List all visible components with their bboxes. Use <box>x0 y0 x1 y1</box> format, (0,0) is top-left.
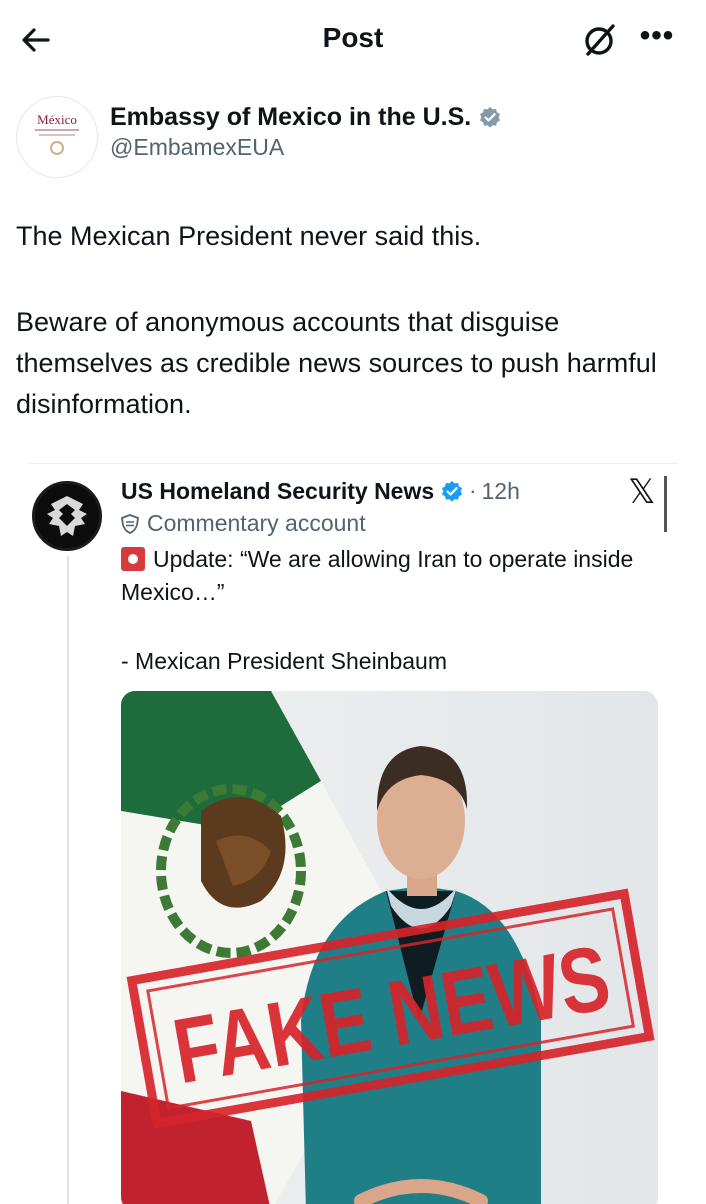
quoted-media-image[interactable]: FAKE NEWS <box>121 691 658 1204</box>
top-bar: Post ••• <box>0 0 706 80</box>
scrollbar <box>664 476 667 532</box>
shield-icon <box>121 513 139 534</box>
quoted-timestamp[interactable]: 12h <box>481 478 519 505</box>
quoted-text: Update: “We are allowing Iran to operate… <box>121 543 671 609</box>
quoted-signature: - Mexican President Sheinbaum <box>121 648 447 674</box>
commentary-label: Commentary account <box>121 510 366 537</box>
eagle-logo-icon <box>47 496 87 536</box>
post-text-paragraph: Beware of anonymous accounts that disgui… <box>16 307 657 419</box>
photo-illustration: FAKE NEWS <box>121 691 658 1204</box>
siren-emoji-icon <box>121 547 145 571</box>
thread-line <box>67 556 69 1204</box>
post-text-paragraph: The Mexican President never said this. <box>16 221 482 251</box>
more-options-icon[interactable]: ••• <box>637 21 677 58</box>
grok-icon[interactable] <box>580 20 620 60</box>
avatar-logo-text: México <box>37 112 77 127</box>
quoted-name-row: US Homeland Security News · 12h <box>121 474 520 508</box>
author-name[interactable]: Embassy of Mexico in the U.S. <box>110 103 471 132</box>
avatar-logo-divider <box>39 134 75 136</box>
quoted-author-name[interactable]: US Homeland Security News <box>121 478 434 505</box>
separator-dot: · <box>469 478 477 503</box>
verified-badge-icon <box>442 481 463 502</box>
author-avatar[interactable]: México <box>16 96 98 178</box>
commentary-label-text: Commentary account <box>147 510 366 536</box>
quoted-text-content: Update: “We are allowing Iran to operate… <box>121 546 634 605</box>
avatar-logo-divider <box>35 129 79 131</box>
avatar-seal-icon <box>50 141 64 155</box>
x-logo-icon: 𝕏 <box>628 472 656 512</box>
quoted-post[interactable]: US Homeland Security News · 12h 𝕏 Commen… <box>28 463 678 1204</box>
verified-badge-icon <box>480 107 501 128</box>
author-name-row: Embassy of Mexico in the U.S. <box>110 100 501 134</box>
quoted-author-avatar[interactable] <box>32 481 102 551</box>
author-handle[interactable]: @EmbamexEUA <box>110 134 284 161</box>
